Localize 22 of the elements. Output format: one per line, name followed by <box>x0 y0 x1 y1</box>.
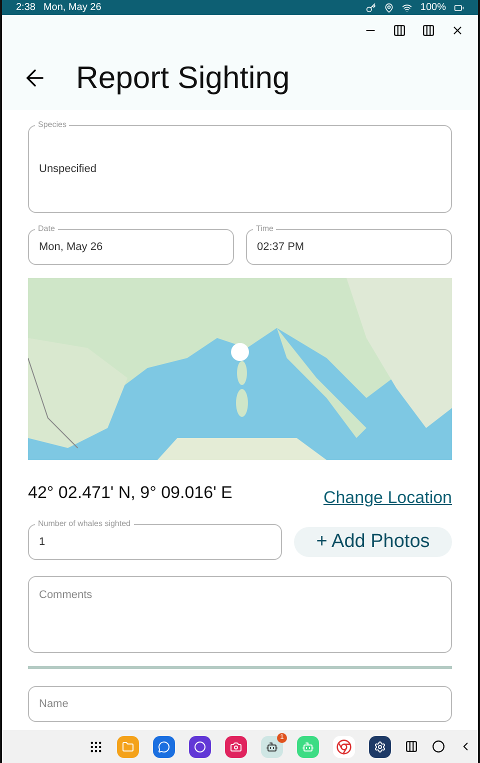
robot-icon <box>266 740 278 752</box>
add-photos-button[interactable]: + Add Photos <box>294 527 452 557</box>
chat-icon[interactable] <box>153 736 175 758</box>
status-time: 2:38 <box>16 2 36 13</box>
comments-field[interactable]: Comments <box>28 576 452 653</box>
status-date: Mon, May 26 <box>43 2 102 13</box>
location-icon <box>384 2 394 12</box>
coordinates: 42° 02.471' N, 9° 09.016' E <box>28 483 232 503</box>
close-icon[interactable] <box>451 24 464 36</box>
chrome-icon[interactable] <box>333 736 355 758</box>
page-title: Report Sighting <box>76 60 290 96</box>
battery-percent: 100% <box>420 2 446 13</box>
battery-icon <box>454 2 464 12</box>
wifi-icon <box>402 2 412 12</box>
settings-icon[interactable] <box>369 736 391 758</box>
name-field[interactable]: Name <box>28 686 452 722</box>
change-location-link[interactable]: Change Location <box>323 488 452 508</box>
key-icon <box>366 2 376 12</box>
home-icon[interactable] <box>432 740 445 753</box>
camera-icon[interactable] <box>225 736 247 758</box>
apps-icon[interactable] <box>89 740 103 754</box>
recent-apps-icon[interactable] <box>405 740 418 753</box>
